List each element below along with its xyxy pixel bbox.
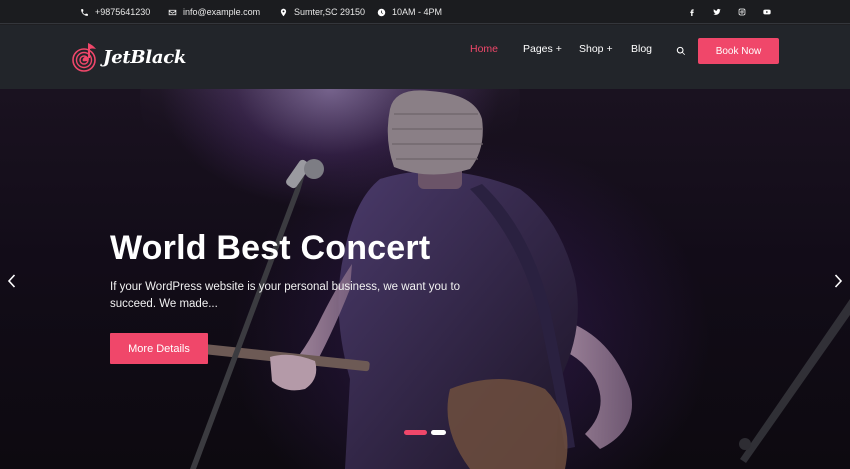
book-now-button[interactable]: Book Now (698, 38, 779, 64)
envelope-icon (168, 9, 177, 15)
slide-dot-2[interactable] (431, 430, 446, 435)
main-header: JetBlack Home Pages + Shop + Blog Book N… (0, 25, 850, 89)
prev-slide-arrow-icon[interactable] (6, 273, 18, 289)
hero-title: World Best Concert (110, 229, 431, 267)
hours-info: 10AM - 4PM (377, 0, 442, 24)
phone-icon (81, 8, 88, 16)
top-info-bar: +9875641230 info@example.com Sumter,SC 2… (0, 0, 850, 24)
next-slide-arrow-icon[interactable] (832, 273, 844, 289)
hours-text: 10AM - 4PM (392, 7, 443, 17)
site-logo[interactable]: JetBlack (72, 39, 186, 75)
address-info: Sumter,SC 29150 (279, 0, 365, 24)
slide-dot-1[interactable] (404, 430, 427, 435)
address-text: Sumter,SC 29150 (294, 7, 366, 17)
hero-description: If your WordPress website is your person… (110, 281, 461, 310)
nav-shop[interactable]: Shop + (579, 25, 613, 73)
email-text: info@example.com (183, 7, 261, 17)
twitter-icon[interactable] (710, 0, 724, 24)
nav-home[interactable]: Home (470, 25, 498, 73)
more-details-button[interactable]: More Details (110, 333, 208, 364)
youtube-icon[interactable] (760, 0, 774, 24)
nav-blog[interactable]: Blog (631, 25, 652, 73)
instagram-icon[interactable] (735, 0, 749, 24)
email-info[interactable]: info@example.com (168, 0, 260, 24)
phone-text: +9875641230 (95, 7, 151, 17)
hero-slider: World Best Concert If your WordPress web… (0, 89, 850, 469)
phone-info[interactable]: +9875641230 (80, 0, 150, 24)
nav-pages[interactable]: Pages + (523, 25, 562, 73)
clock-icon (377, 8, 386, 16)
search-icon[interactable] (676, 43, 686, 56)
music-disc-logo-icon (72, 43, 96, 72)
map-pin-icon (280, 8, 287, 16)
facebook-icon[interactable] (685, 0, 699, 24)
logo-text: JetBlack (103, 46, 187, 68)
